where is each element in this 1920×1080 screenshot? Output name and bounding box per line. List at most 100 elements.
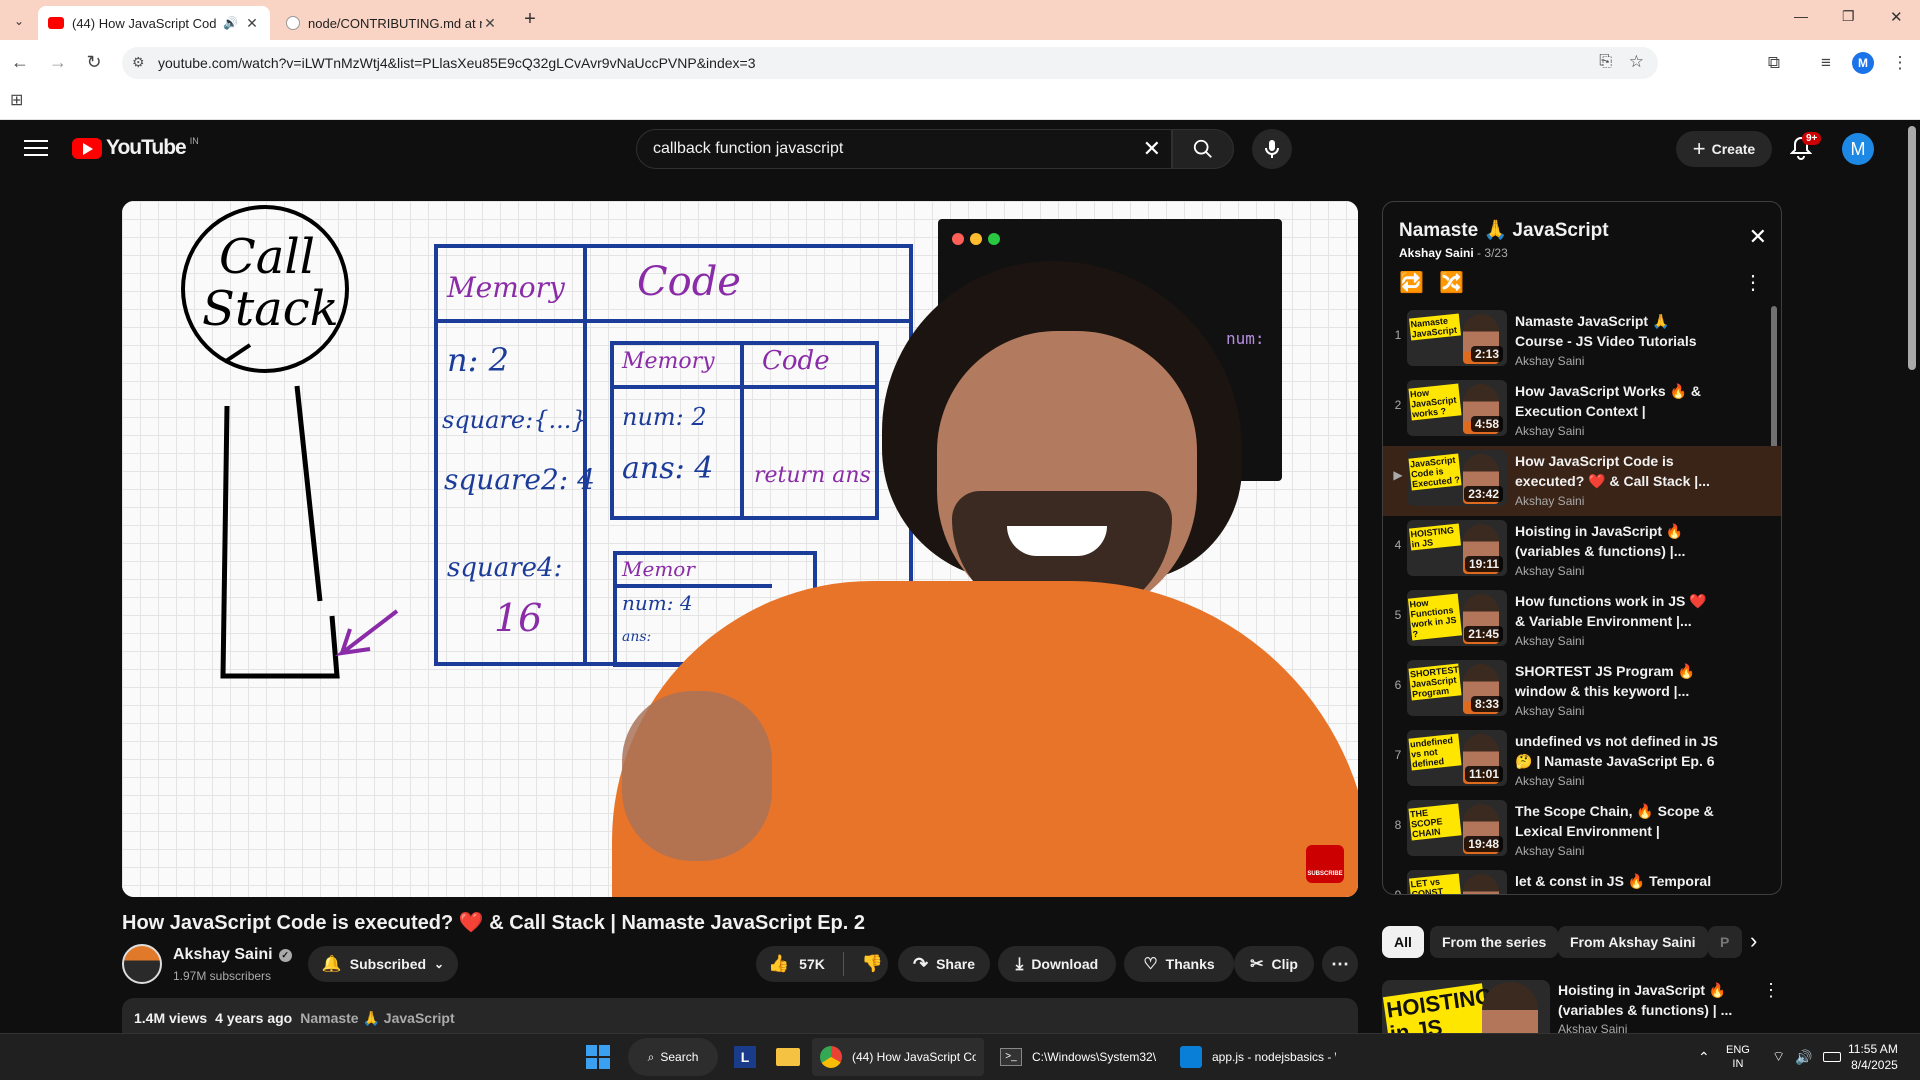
browser-profile-avatar[interactable]: M (1852, 52, 1874, 74)
playlist-item[interactable]: 6 SHORTEST JavaScript Program 8:33 SHORTEST… (1383, 656, 1781, 726)
shuffle-icon[interactable]: 🔀 (1439, 270, 1464, 295)
browser-menu-icon[interactable]: ⋮ (1888, 51, 1912, 75)
taskbar-search[interactable]: ⌕ Search (628, 1038, 718, 1076)
hamburger-menu-icon[interactable] (24, 138, 48, 158)
close-window-button[interactable]: ✕ (1890, 8, 1910, 26)
bookmark-star-icon[interactable]: ☆ (1629, 52, 1644, 72)
apps-grid-icon[interactable]: ⊞ (10, 90, 30, 110)
browser-tab-github[interactable]: node/CONTRIBUTING.md at main ✕ (276, 6, 508, 40)
start-button[interactable] (578, 1038, 618, 1076)
taskbar-terminal-window[interactable]: >_ C:\Windows\System32\ (992, 1038, 1164, 1076)
chip-all[interactable]: All (1382, 926, 1424, 958)
back-button[interactable]: ← (10, 52, 30, 72)
download-button[interactable]: ⤓ Download (998, 946, 1116, 982)
site-info-icon[interactable]: ⚙ (132, 54, 145, 71)
recommended-menu-icon[interactable]: ⋮ (1762, 980, 1780, 1001)
thanks-button[interactable]: ♡ Thanks (1124, 946, 1234, 982)
playlist-item-index: 6 (1394, 678, 1402, 692)
playlist-item-title: How JavaScript Code is executed? ❤️ & Ca… (1515, 453, 1710, 489)
playlist-item-channel: Akshay Saini (1515, 564, 1585, 578)
taskbar-search-label: Search (660, 1050, 699, 1064)
minimize-button[interactable]: — (1794, 8, 1814, 24)
playlist-item[interactable]: 2 How JavaScript works ? 4:58 How JavaScrip… (1383, 376, 1781, 446)
playlist-item[interactable]: ▶ JavaScript Code is Executed ? 23:42 How J… (1383, 446, 1781, 516)
clock[interactable]: 11:55 AM 8/4/2025 (1840, 1038, 1906, 1076)
playlist-item-thumbnail: How JavaScript works ? 4:58 (1407, 380, 1507, 436)
close-playlist-icon[interactable]: ✕ (1749, 224, 1767, 250)
page-scrollbar[interactable] (1908, 126, 1916, 370)
tab-close-icon[interactable]: ✕ (244, 15, 260, 32)
playlist-title[interactable]: Namaste 🙏 JavaScript (1399, 218, 1609, 242)
more-actions-button[interactable]: ⋯ (1322, 946, 1358, 982)
recommended-video[interactable]: HOISTING in JS Hoisting in JavaScript 🔥 … (1382, 980, 1782, 1033)
search-input[interactable]: callback function javascript ✕ (636, 129, 1172, 169)
thumbnail-text: Namaste JavaScript (1408, 313, 1462, 341)
chip-from-the-series[interactable]: From the series (1430, 926, 1559, 958)
taskbar-app-l[interactable]: L (726, 1038, 764, 1076)
playlist-item[interactable]: 9 LET vs CONST let & const in JS 🔥 Tempora… (1383, 866, 1781, 894)
playlist-item[interactable]: 7 undefined vs not defined 11:01 undefined … (1383, 726, 1781, 796)
playlist-item-index: 2 (1394, 398, 1402, 412)
share-label: Share (936, 956, 975, 972)
channel-name[interactable]: Akshay Saini ✓ (173, 946, 292, 964)
channel-avatar[interactable] (122, 944, 162, 984)
share-button[interactable]: ↷ Share (898, 946, 990, 982)
clear-search-icon[interactable]: ✕ (1143, 136, 1161, 162)
url-bar[interactable]: ⚙ youtube.com/watch?v=iLWTnMzWtj4&list=P… (122, 47, 1658, 79)
channel-name-text: Akshay Saini (173, 946, 273, 963)
app-l-icon: L (734, 1046, 756, 1068)
chip-p[interactable]: P (1708, 926, 1742, 958)
chip-scroll-right-icon[interactable]: › (1750, 928, 1757, 954)
browser-tab-youtube[interactable]: (44) How JavaScript Code is executed 🔊 ✕ (38, 6, 270, 40)
media-controls-icon[interactable]: ≡ (1814, 51, 1838, 75)
search-button[interactable] (1172, 129, 1234, 169)
loop-playlist-icon[interactable]: 🔁 (1399, 270, 1424, 295)
memory-square4: square4: (447, 553, 563, 583)
clip-button[interactable]: ✂ Clip (1234, 946, 1314, 982)
playlist-item[interactable]: 1 Namaste JavaScript 2:13 Namaste JavaScrip… (1383, 306, 1781, 376)
taskbar-vscode-window[interactable]: app.js - nodejsbasics - \ (1172, 1038, 1344, 1076)
video-player[interactable]: Call Stack Memory Code n: 2 square:{...}… (122, 201, 1358, 897)
install-app-icon[interactable]: ⎘ (1599, 53, 1612, 71)
terminal-window-title: C:\Windows\System32\ (1032, 1050, 1156, 1064)
playlist-tag-link[interactable]: Namaste 🙏 JavaScript (300, 1010, 454, 1026)
divider (842, 952, 844, 976)
voice-search-button[interactable] (1252, 129, 1292, 169)
duration-badge: 19:11 (1464, 556, 1503, 572)
account-avatar[interactable]: M (1842, 133, 1874, 165)
tab-list-button[interactable]: ⌄ (8, 10, 30, 32)
reload-button[interactable]: ↻ (84, 52, 104, 72)
tab-close-icon[interactable]: ✕ (482, 15, 498, 32)
description-box[interactable]: 1.4M views 4 years ago Namaste 🙏 JavaScr… (122, 998, 1358, 1038)
youtube-play-icon (72, 137, 102, 159)
duration-badge: 4:58 (1470, 416, 1503, 432)
subscribe-watermark[interactable]: SUBSCRIBE (1306, 845, 1344, 883)
restore-button[interactable]: ❐ (1842, 8, 1862, 25)
system-tray-icons[interactable]: ⌔ 🔊 (1764, 1038, 1849, 1076)
duration-badge: 21:45 (1464, 626, 1503, 642)
taskbar-file-explorer[interactable] (768, 1038, 808, 1076)
notifications-button[interactable]: 9+ (1789, 132, 1822, 162)
subscribed-button[interactable]: 🔔 Subscribed ⌄ (308, 946, 458, 982)
recommended-thumb-face (1482, 982, 1538, 1033)
new-tab-button[interactable]: + (518, 8, 542, 32)
dislike-button-thumbs-down-icon[interactable]: 👎 (862, 954, 883, 974)
taskbar-chrome-window[interactable]: (44) How JavaScript Coc (812, 1038, 984, 1076)
playlist-item-title: undefined vs not defined in JS 🤔 | Namas… (1515, 733, 1719, 769)
speaker-icon[interactable]: 🔊 (223, 16, 238, 30)
forward-button[interactable]: → (48, 52, 68, 72)
playlist-menu-icon[interactable]: ⋮ (1743, 270, 1763, 295)
extensions-icon[interactable]: ⧉ (1762, 51, 1786, 75)
tray-overflow-chevron-icon[interactable]: ⌃ (1690, 1038, 1718, 1076)
playlist-item[interactable]: 8 THE SCOPE CHAIN 19:48 The Scope Chain, 🔥 … (1383, 796, 1781, 866)
create-button[interactable]: + Create (1676, 131, 1772, 167)
language-indicator[interactable]: ENG IN (1718, 1038, 1758, 1076)
playlist-item-title: Namaste JavaScript 🙏 Course - JS Video T… (1515, 313, 1697, 349)
playlist-owner[interactable]: Akshay Saini (1399, 246, 1474, 260)
youtube-logo[interactable]: YouTube IN (72, 136, 199, 160)
like-button[interactable]: 👍 57K (768, 954, 825, 974)
playlist-item[interactable]: 5 How Functions work in JS ? 21:45 How func… (1383, 586, 1781, 656)
scissors-icon: ✂ (1250, 956, 1264, 973)
chip-from-akshay-saini[interactable]: From Akshay Saini (1558, 926, 1708, 958)
playlist-item[interactable]: 4 HOISTING in JS 19:11 Hoisting in JavaScri… (1383, 516, 1781, 586)
